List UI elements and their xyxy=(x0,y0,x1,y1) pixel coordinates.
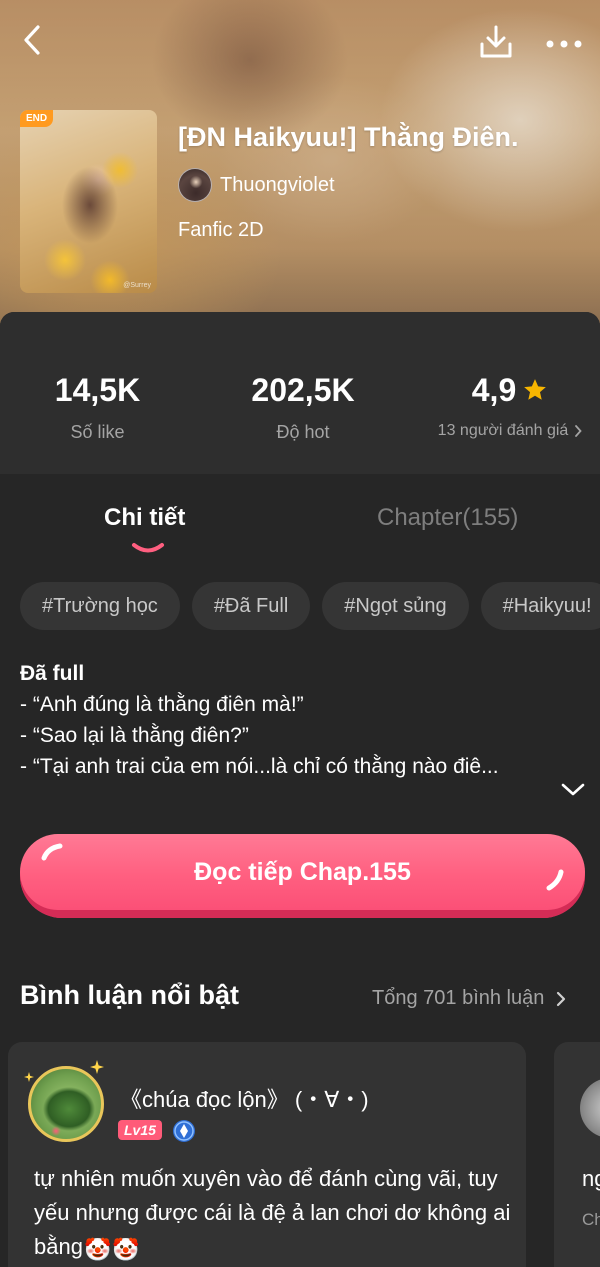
tag-chip[interactable]: #Ngọt sủng xyxy=(322,582,469,630)
gloss-highlight xyxy=(546,869,564,891)
likes-label: Số like xyxy=(70,422,125,442)
download-icon xyxy=(480,25,512,58)
chevron-down-icon xyxy=(561,783,585,796)
tab-bar: Chi tiết Chapter(155) xyxy=(0,490,600,570)
sparkle-icon xyxy=(24,1072,34,1082)
rating-count-label: 13 người đánh giá xyxy=(437,422,569,439)
comment-username[interactable]: 《chúa đọc lộn》 (・∀・) xyxy=(120,1082,369,1114)
back-button[interactable] xyxy=(14,22,50,58)
star-icon xyxy=(522,377,548,403)
author-link[interactable]: Thuongviolet xyxy=(178,168,335,202)
description: Đã full - “Anh đúng là thằng điên mà!” -… xyxy=(20,658,590,782)
author-name: Thuongviolet xyxy=(220,173,335,196)
continue-reading-button[interactable]: Đọc tiếp Chap.155 xyxy=(20,834,585,918)
book-cover[interactable]: END @Surrey xyxy=(20,110,157,293)
end-badge: END xyxy=(20,110,54,127)
tab-active-indicator xyxy=(132,543,164,553)
sparkle-icon xyxy=(90,1060,104,1074)
tab-chapters[interactable]: Chapter(155) xyxy=(377,504,518,532)
rating-value: 4,9 xyxy=(471,372,517,408)
tag-chip[interactable]: #Đã Full xyxy=(191,582,311,630)
gloss-highlight xyxy=(41,843,63,861)
download-button[interactable] xyxy=(476,22,516,62)
hot-label: Độ hot xyxy=(276,422,330,442)
expand-description-button[interactable] xyxy=(558,778,588,802)
tag-chip[interactable]: #Trường học xyxy=(20,582,180,630)
more-horizontal-icon xyxy=(546,40,582,48)
chevron-left-icon xyxy=(24,25,40,55)
book-title: [ĐN Haikyuu!] Thằng Điên. xyxy=(178,122,519,152)
stats-bar: 14,5K Số like 202,5K Độ hot 4,9 13 người… xyxy=(0,312,600,474)
description-line: - “Tại anh trai của em nói...là chỉ có t… xyxy=(20,755,499,778)
avatar[interactable] xyxy=(28,1066,104,1142)
verified-badge-icon xyxy=(173,1120,195,1142)
cover-signature: @Surrey xyxy=(123,282,151,289)
tab-details[interactable]: Chi tiết xyxy=(104,504,185,532)
comment-text: ng xyxy=(582,1166,600,1191)
comments-total-label: Tổng 701 bình luận xyxy=(372,987,545,1009)
description-line: - “Sao lại là thằng điên?” xyxy=(20,724,249,747)
genre-label[interactable]: Fanfic 2D xyxy=(178,219,264,242)
comment-card[interactable]: ng Ch xyxy=(554,1042,600,1267)
avatar[interactable] xyxy=(580,1078,600,1138)
comment-subtext: Ch xyxy=(582,1210,600,1229)
description-heading: Đã full xyxy=(20,662,85,685)
more-options-button[interactable] xyxy=(542,26,586,62)
comments-total-link[interactable]: Tổng 701 bình luận xyxy=(372,987,566,1010)
likes-stat: 14,5K Số like xyxy=(30,370,165,443)
likes-value: 14,5K xyxy=(54,372,141,408)
rating-stat[interactable]: 4,9 13 người đánh giá xyxy=(425,370,595,440)
chevron-right-icon xyxy=(575,425,583,437)
content-panel: 14,5K Số like 202,5K Độ hot 4,9 13 người… xyxy=(0,312,600,1267)
comment-text: tự nhiên muốn xuyên vào để đánh cùng vãi… xyxy=(34,1162,514,1267)
hot-value: 202,5K xyxy=(251,372,355,408)
tag-chip[interactable]: #Haikyuu! xyxy=(480,582,600,630)
tag-list: #Trường học #Đã Full #Ngọt sủng #Haikyuu… xyxy=(20,582,600,630)
clown-emoji-icon: 🤡 xyxy=(112,1237,140,1262)
description-line: - “Anh đúng là thằng điên mà!” xyxy=(20,693,304,716)
chevron-right-icon xyxy=(557,991,566,1006)
clown-emoji-icon: 🤡 xyxy=(83,1237,112,1262)
hot-stat: 202,5K Độ hot xyxy=(230,370,376,443)
continue-reading-label: Đọc tiếp Chap.155 xyxy=(194,857,411,886)
comments-section-title: Bình luận nổi bật xyxy=(20,980,239,1010)
comment-card[interactable]: 《chúa đọc lộn》 (・∀・) Lv15 tự nhiên muốn … xyxy=(8,1042,526,1267)
level-badge: Lv15 xyxy=(118,1120,162,1140)
author-avatar xyxy=(178,168,212,202)
